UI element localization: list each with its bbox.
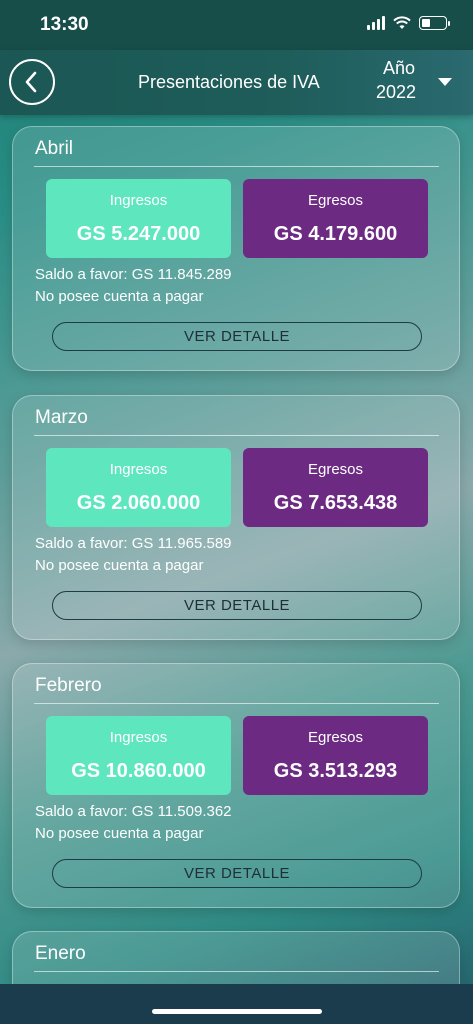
balance-text: Saldo a favor: GS 11.509.362 [35,803,232,820]
home-indicator[interactable] [152,1009,322,1014]
status-time: 13:30 [40,14,89,35]
income-label: Ingresos [109,192,168,209]
bottom-bar [0,984,473,1024]
month-title: Enero [35,943,86,964]
view-detail-button[interactable]: VER DETALLE [52,859,422,888]
month-title: Marzo [35,407,88,428]
income-value: GS 2.060.000 [76,492,201,514]
balance-text: Saldo a favor: GS 11.845.289 [35,266,232,283]
payable-text: No posee cuenta a pagar [35,557,204,574]
status-bar: 13:30 [0,0,473,50]
expense-value: GS 4.179.600 [273,223,398,245]
status-icons [367,16,450,30]
balance-text: Saldo a favor: GS 11.965.589 [35,535,232,552]
chevron-left-icon [25,71,37,93]
month-title: Abril [35,138,74,159]
header: Presentaciones de IVA Año 2022 [0,50,473,115]
income-value: GS 5.247.000 [76,223,201,245]
year-select[interactable]: Año 2022 [376,58,452,103]
divider [34,166,439,167]
expense-label: Egresos [307,461,364,478]
month-title: Febrero [35,675,102,696]
income-label: Ingresos [109,729,168,746]
expense-label: Egresos [307,729,364,746]
expense-value: GS 3.513.293 [273,760,398,782]
divider [34,971,439,972]
view-detail-button[interactable]: VER DETALLE [52,322,422,351]
back-button[interactable] [9,59,55,105]
income-box: Ingresos GS 10.860.000 [46,716,231,795]
battery-icon [419,16,450,30]
divider [34,435,439,436]
year-value: 2022 [376,82,417,102]
wifi-icon [393,16,411,29]
expense-box: Egresos GS 3.513.293 [243,716,428,795]
income-box: Ingresos GS 5.247.000 [46,179,231,258]
page-title: Presentaciones de IVA [138,72,320,92]
expense-value: GS 7.653.438 [273,492,398,514]
income-value: GS 10.860.000 [71,760,206,782]
month-card: Abril Ingresos GS 5.247.000 Egresos GS 4… [12,126,460,371]
month-card: Febrero Ingresos GS 10.860.000 Egresos G… [12,663,460,908]
chevron-down-icon [438,78,452,86]
view-detail-button[interactable]: VER DETALLE [52,591,422,620]
month-card: Marzo Ingresos GS 2.060.000 Egresos GS 7… [12,395,460,640]
signal-icon [367,16,385,30]
expense-box: Egresos GS 7.653.438 [243,448,428,527]
year-label: Año [382,58,416,78]
income-label: Ingresos [109,461,168,478]
divider [34,703,439,704]
payable-text: No posee cuenta a pagar [35,825,204,842]
expense-label: Egresos [307,192,364,209]
income-box: Ingresos GS 2.060.000 [46,448,231,527]
expense-box: Egresos GS 4.179.600 [243,179,428,258]
payable-text: No posee cuenta a pagar [35,288,204,305]
month-card: Enero [12,931,460,984]
